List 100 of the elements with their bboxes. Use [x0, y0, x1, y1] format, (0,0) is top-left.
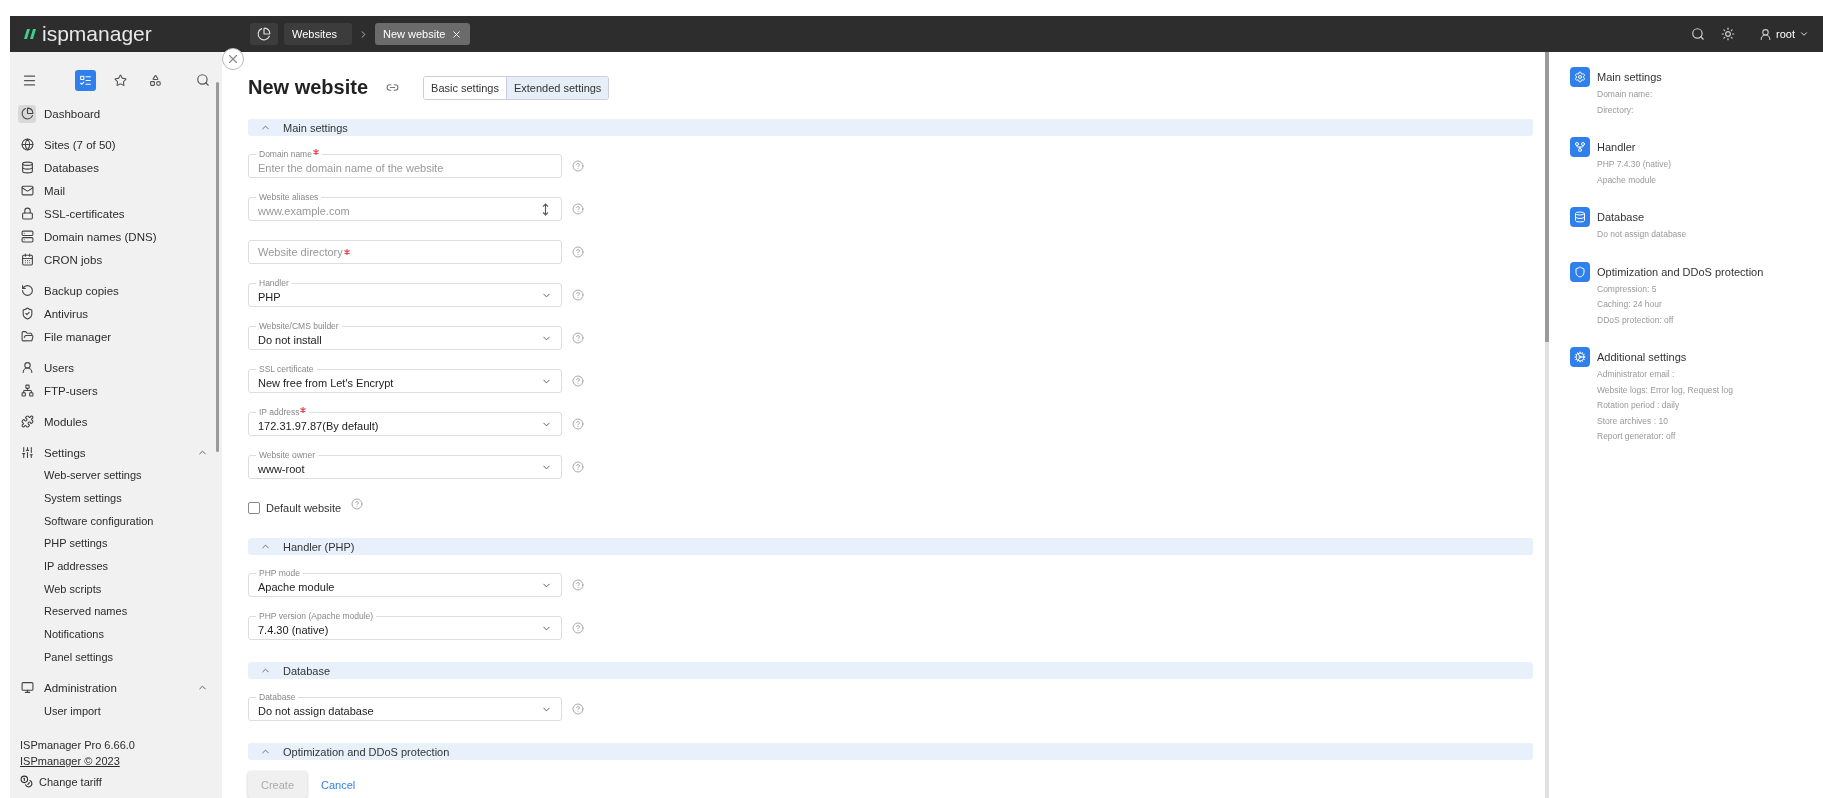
field-label: PHP mode — [256, 568, 303, 578]
nav-subitem[interactable]: IP addresses — [18, 554, 208, 578]
search-icon[interactable] — [1691, 27, 1706, 41]
chevron-down-icon — [1799, 29, 1809, 39]
scrollbar[interactable] — [216, 82, 219, 452]
summary-line: Caching: 24 hour — [1597, 298, 1663, 311]
help-icon[interactable] — [351, 498, 364, 510]
nav-subitem[interactable]: PHP settings — [18, 532, 208, 555]
nav-subitem[interactable]: Web scripts — [18, 577, 208, 601]
help-icon[interactable] — [572, 579, 584, 591]
link-icon[interactable] — [386, 81, 400, 94]
select-field[interactable]: Handler PHP — [248, 278, 562, 307]
text-field[interactable]: Domain name Enter the domain name of the website — [248, 149, 562, 178]
checkbox[interactable] — [248, 502, 260, 514]
section-header[interactable]: Optimization and DDoS protection — [248, 743, 1533, 760]
nav-item[interactable]: Backup copies — [18, 279, 208, 302]
database-icon — [20, 161, 34, 174]
help-icon[interactable] — [572, 246, 584, 258]
sliders-icon — [20, 446, 34, 459]
nav-item[interactable]: Users — [18, 356, 208, 379]
nav-item[interactable]: Domain names (DNS) — [18, 225, 208, 248]
select-field[interactable]: Website owner www-root — [248, 450, 562, 479]
nav-subitem[interactable]: Software configuration — [18, 509, 208, 533]
summary-line: Domain name: — [1597, 88, 1654, 101]
nav-item[interactable]: Databases — [18, 156, 208, 179]
nav-item[interactable]: FTP-users — [18, 379, 208, 402]
nav-item[interactable]: CRON jobs — [18, 248, 208, 271]
help-icon[interactable] — [572, 461, 584, 473]
nav-item[interactable]: File manager — [18, 325, 208, 348]
input-field[interactable]: Enter the domain name of the website — [258, 162, 552, 174]
server-icon — [20, 230, 34, 243]
nav-subitem[interactable]: User import — [18, 699, 208, 722]
select-field[interactable]: IP address 172.31.97.87(By default) — [248, 407, 562, 436]
nav-item[interactable]: Mail — [18, 179, 208, 202]
settings-tab[interactable]: Extended settings — [506, 76, 609, 99]
close-icon[interactable] — [451, 28, 463, 40]
globe-icon — [20, 138, 34, 151]
help-icon[interactable] — [572, 160, 584, 172]
help-icon[interactable] — [572, 418, 584, 430]
cancel-link[interactable]: Cancel — [321, 778, 356, 791]
input-field[interactable]: www.example.com — [258, 205, 539, 217]
lock-icon — [20, 207, 34, 220]
select-field[interactable]: Website/CMS builder Do not install — [248, 321, 562, 350]
required-icon — [312, 149, 319, 155]
sun-icon[interactable] — [1721, 27, 1736, 41]
select-field[interactable]: SSL certificate New free from Let's Encrypt — [248, 364, 562, 393]
summary-line: Administrator email : — [1597, 368, 1676, 381]
summary-line: Compression: 5 — [1597, 282, 1658, 296]
close-button[interactable] — [222, 48, 244, 70]
shield-icon — [1570, 261, 1590, 282]
text-field[interactable]: Website aliases www.example.com — [248, 192, 562, 221]
folder-icon — [20, 330, 34, 343]
nav-item[interactable]: SSL-certificates — [18, 202, 208, 225]
pie-chart-icon — [257, 27, 271, 41]
change-tariff-link[interactable]: Change tariff — [20, 775, 214, 788]
cog-icon — [1570, 347, 1590, 367]
user-menu[interactable]: root — [1759, 27, 1809, 41]
help-icon[interactable] — [572, 375, 584, 387]
nav-item[interactable]: Antivirus — [18, 302, 208, 325]
field-label: PHP version (Apache module) — [256, 611, 377, 621]
settings-tab[interactable]: Basic settings — [424, 76, 507, 99]
summary-line: DDoS protection: off — [1597, 313, 1675, 327]
nav-item[interactable]: Dashboard — [18, 102, 208, 125]
required-icon — [300, 407, 307, 413]
copyright-link[interactable]: ISPmanager © 2023 — [20, 755, 214, 767]
summary-title: Optimization and DDoS protection — [1597, 264, 1764, 280]
breadcrumb-tab[interactable]: New website — [375, 23, 471, 45]
help-icon[interactable] — [572, 203, 584, 215]
nav-subitem[interactable]: Reserved names — [18, 600, 208, 623]
select-field[interactable]: PHP mode Apache module — [248, 568, 562, 597]
field-label: Website aliases — [256, 192, 322, 202]
help-icon[interactable] — [572, 703, 584, 715]
help-icon[interactable] — [572, 332, 584, 344]
summary-title: Handler — [1597, 140, 1637, 155]
monitor-icon — [20, 681, 34, 695]
nav-subitem[interactable]: Web-server settings — [18, 464, 208, 487]
section-header[interactable]: Main settings — [248, 119, 1533, 136]
nav-subitem[interactable]: Notifications — [18, 622, 208, 646]
search-icon[interactable] — [196, 73, 210, 87]
dashboard-button[interactable] — [250, 23, 278, 45]
coins-icon — [20, 775, 33, 788]
select-field[interactable]: Database Do not assign database — [248, 692, 562, 721]
help-icon[interactable] — [572, 289, 584, 301]
breadcrumb-tab[interactable]: Websites — [284, 23, 352, 45]
user-icon — [20, 361, 34, 374]
menu-icon[interactable] — [22, 72, 37, 88]
section-header[interactable]: Database — [248, 662, 1533, 679]
nav-item[interactable]: Sites (7 of 50) — [18, 133, 208, 156]
star-icon — [114, 73, 127, 87]
summary-line: Directory: — [1597, 103, 1635, 117]
nav-subitem[interactable]: System settings — [18, 486, 208, 510]
list-tab[interactable] — [75, 69, 96, 91]
select-field[interactable]: PHP version (Apache module) 7.4.30 (native) — [248, 611, 562, 640]
nav-subitem[interactable]: Panel settings — [18, 645, 208, 669]
nav-item[interactable]: Administration — [18, 676, 208, 700]
nav-item[interactable]: Modules — [18, 410, 208, 433]
nav-item[interactable]: Settings — [18, 441, 208, 464]
section-header[interactable]: Handler (PHP) — [248, 538, 1533, 555]
scrollbar[interactable] — [1545, 52, 1549, 342]
help-icon[interactable] — [572, 622, 584, 634]
